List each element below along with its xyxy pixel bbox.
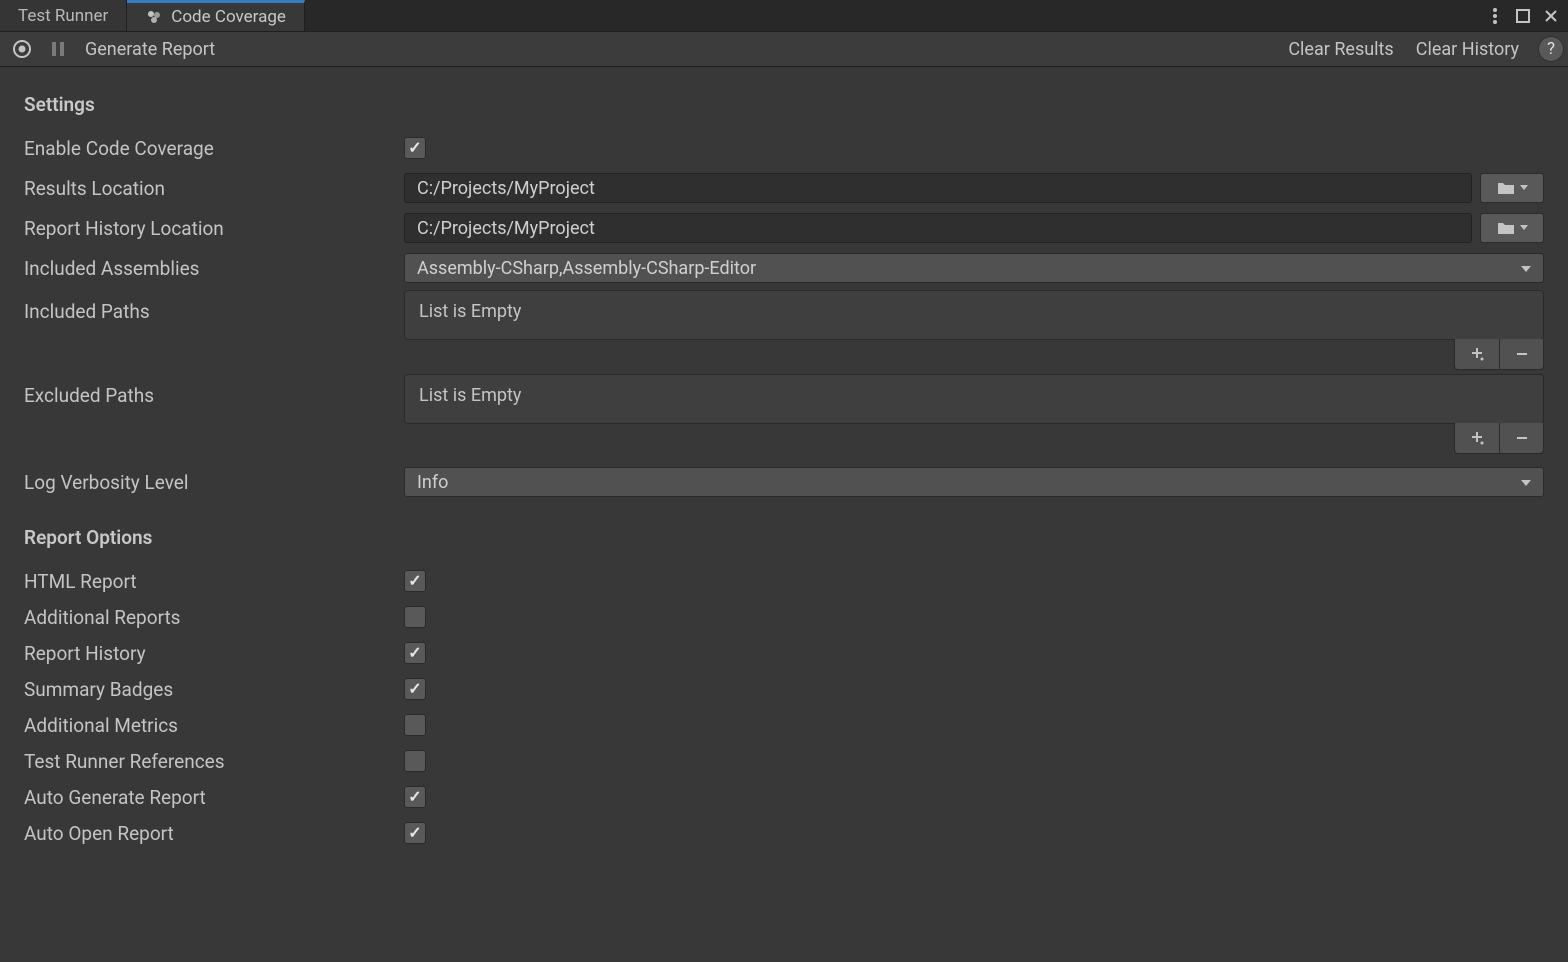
report-option-checkbox[interactable] <box>404 678 426 700</box>
tab-bar: Test Runner Code Coverage <box>0 0 1568 31</box>
report-option-label: Auto Generate Report <box>24 786 404 809</box>
panel-body: Settings Enable Code Coverage Results Lo… <box>0 67 1568 873</box>
minus-icon <box>1515 431 1529 445</box>
record-button[interactable] <box>4 35 40 63</box>
report-option-label: Auto Open Report <box>24 822 404 845</box>
tab-label: Code Coverage <box>171 7 286 27</box>
report-option-row: Auto Generate Report <box>24 779 1544 815</box>
excluded-paths-label: Excluded Paths <box>24 374 404 407</box>
generate-report-button[interactable]: Generate Report <box>76 35 224 63</box>
tab-test-runner[interactable]: Test Runner <box>0 0 127 31</box>
history-location-label: Report History Location <box>24 217 404 240</box>
close-icon[interactable] <box>1540 5 1562 27</box>
button-label: Clear History <box>1416 39 1519 60</box>
clear-results-button[interactable]: Clear Results <box>1279 35 1402 63</box>
report-option-label: HTML Report <box>24 570 404 593</box>
results-location-field[interactable]: C:/Projects/MyProject <box>404 173 1472 203</box>
enable-coverage-checkbox[interactable] <box>404 137 426 159</box>
clear-history-button[interactable]: Clear History <box>1407 35 1528 63</box>
button-label: Generate Report <box>85 39 215 60</box>
coverage-icon <box>145 8 163 26</box>
kebab-menu-icon[interactable] <box>1484 5 1506 27</box>
included-paths-label: Included Paths <box>24 290 404 323</box>
toolbar: Generate Report Clear Results Clear Hist… <box>0 31 1568 67</box>
plus-icon <box>1469 430 1485 446</box>
button-label: Clear Results <box>1288 39 1393 60</box>
report-option-checkbox[interactable] <box>404 786 426 808</box>
maximize-icon[interactable] <box>1512 5 1534 27</box>
field-value: C:/Projects/MyProject <box>417 178 595 199</box>
report-option-row: Summary Badges <box>24 671 1544 707</box>
excluded-paths-remove-button[interactable] <box>1499 423 1543 453</box>
included-paths-remove-button[interactable] <box>1499 339 1543 369</box>
field-value: C:/Projects/MyProject <box>417 218 595 239</box>
report-option-checkbox[interactable] <box>404 642 426 664</box>
report-option-checkbox[interactable] <box>404 606 426 628</box>
excluded-paths-list[interactable]: List is Empty <box>404 374 1544 424</box>
report-option-row: HTML Report <box>24 563 1544 599</box>
included-assemblies-dropdown[interactable]: Assembly-CSharp,Assembly-CSharp-Editor <box>404 253 1544 283</box>
chevron-down-icon <box>1520 185 1528 191</box>
report-option-checkbox[interactable] <box>404 822 426 844</box>
pause-button[interactable] <box>40 35 76 63</box>
included-paths-list[interactable]: List is Empty <box>404 290 1544 340</box>
report-option-checkbox[interactable] <box>404 750 426 772</box>
list-empty-text: List is Empty <box>419 385 521 406</box>
report-option-row: Test Runner References <box>24 743 1544 779</box>
history-browse-button[interactable] <box>1480 213 1544 243</box>
verbosity-label: Log Verbosity Level <box>24 471 404 494</box>
report-option-checkbox[interactable] <box>404 714 426 736</box>
dropdown-value: Info <box>417 472 448 493</box>
tab-label: Test Runner <box>18 6 108 26</box>
tab-code-coverage[interactable]: Code Coverage <box>127 0 305 31</box>
report-option-row: Additional Reports <box>24 599 1544 635</box>
question-icon: ? <box>1547 39 1555 59</box>
results-location-label: Results Location <box>24 177 404 200</box>
settings-heading: Settings <box>24 93 1544 116</box>
report-option-row: Additional Metrics <box>24 707 1544 743</box>
report-option-row: Report History <box>24 635 1544 671</box>
list-empty-text: List is Empty <box>419 301 521 322</box>
verbosity-dropdown[interactable]: Info <box>404 467 1544 497</box>
report-option-label: Additional Reports <box>24 606 404 629</box>
excluded-paths-add-button[interactable] <box>1455 423 1499 453</box>
report-option-label: Report History <box>24 642 404 665</box>
included-assemblies-label: Included Assemblies <box>24 257 404 280</box>
help-button[interactable]: ? <box>1538 36 1564 62</box>
plus-icon <box>1469 346 1485 362</box>
folder-icon <box>1497 181 1515 195</box>
report-option-label: Summary Badges <box>24 678 404 701</box>
dropdown-value: Assembly-CSharp,Assembly-CSharp-Editor <box>417 258 756 279</box>
window-controls <box>1484 0 1562 31</box>
included-paths-add-button[interactable] <box>1455 339 1499 369</box>
history-location-field[interactable]: C:/Projects/MyProject <box>404 213 1472 243</box>
chevron-down-icon <box>1520 225 1528 231</box>
folder-icon <box>1497 221 1515 235</box>
report-option-label: Additional Metrics <box>24 714 404 737</box>
minus-icon <box>1515 347 1529 361</box>
report-option-checkbox[interactable] <box>404 570 426 592</box>
report-option-label: Test Runner References <box>24 750 404 773</box>
results-browse-button[interactable] <box>1480 173 1544 203</box>
report-option-row: Auto Open Report <box>24 815 1544 851</box>
report-options-heading: Report Options <box>24 526 1544 549</box>
enable-coverage-label: Enable Code Coverage <box>24 137 404 160</box>
